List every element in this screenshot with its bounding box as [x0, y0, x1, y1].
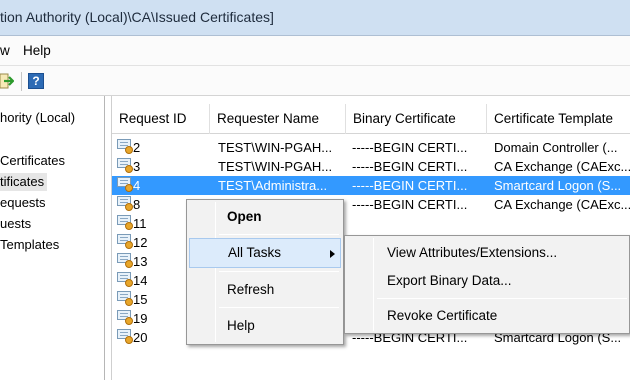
table-header: Request ID Requester Name Binary Certifi…: [112, 104, 630, 134]
console-tree: hority (Local) Certificates tificates eq…: [0, 96, 105, 380]
cell-request-id: 8: [133, 197, 141, 212]
certificate-icon: [117, 139, 133, 154]
arrow-icon[interactable]: [0, 73, 14, 89]
certificate-icon: [117, 272, 133, 287]
column-request-id[interactable]: Request ID: [112, 104, 210, 134]
help-icon[interactable]: ?: [28, 73, 44, 89]
submenu-arrow-icon: [330, 250, 335, 258]
column-requester-name[interactable]: Requester Name: [210, 104, 346, 134]
tree-item-certificate-templates[interactable]: Templates: [0, 236, 59, 254]
title-bar: tion Authority (Local)\CA\Issued Certifi…: [0, 0, 630, 36]
cell-certificate-template: CA Exchange (CAExc...: [494, 159, 630, 174]
menu-separator: [219, 271, 339, 272]
table-row[interactable]: 2 TEST\WIN-PGAH... -----BEGIN CERTI... Doma…: [112, 138, 630, 157]
certificate-icon: [117, 329, 133, 344]
certificate-icon: [117, 158, 133, 173]
menu-item-all-tasks-label: All Tasks: [228, 245, 282, 260]
menu-item-open[interactable]: Open: [189, 202, 341, 232]
tree-item-pending-requests[interactable]: equests: [0, 194, 46, 212]
menu-separator: [219, 307, 339, 308]
cell-request-id: 4: [133, 178, 141, 193]
table-row[interactable]: 4 TEST\Administra... -----BEGIN CERTI... Sm…: [112, 176, 630, 195]
certificate-icon: [117, 234, 133, 249]
menu-help[interactable]: Help: [23, 36, 51, 66]
window-title: tion Authority (Local)\CA\Issued Certifi…: [0, 9, 274, 25]
cell-certificate-template: Smartcard Logon (S...: [494, 178, 622, 193]
cell-request-id: 2: [133, 140, 141, 155]
cell-request-id: 13: [133, 254, 148, 269]
submenu-item-view-attributes[interactable]: View Attributes/Extensions...: [347, 239, 627, 267]
menu-item-refresh[interactable]: Refresh: [189, 275, 341, 305]
menu-separator: [219, 234, 339, 235]
toolbar-separator: [21, 72, 22, 91]
cell-requester-name: TEST\WIN-PGAH...: [218, 159, 333, 174]
cell-request-id: 14: [133, 273, 148, 288]
tree-item-issued-certificates[interactable]: tificates: [0, 173, 48, 191]
menu-separator: [377, 298, 627, 299]
cell-binary-certificate: -----BEGIN CERTI...: [352, 197, 468, 212]
menu-item-all-tasks[interactable]: All Tasks: [189, 238, 341, 268]
certificate-icon: [117, 291, 133, 306]
toolbar: ?: [0, 66, 630, 96]
cell-request-id: 12: [133, 235, 148, 250]
table-row[interactable]: 3 TEST\WIN-PGAH... -----BEGIN CERTI... CA E…: [112, 157, 630, 176]
menu-item-help[interactable]: Help: [189, 311, 341, 341]
certificate-icon: [117, 196, 133, 211]
cell-request-id: 20: [133, 330, 148, 345]
submenu-item-export-binary-data[interactable]: Export Binary Data...: [347, 267, 627, 295]
context-menu: Open All Tasks Refresh Help: [186, 199, 344, 345]
menu-bar: w Help: [0, 36, 630, 66]
cell-requester-name: TEST\WIN-PGAH...: [218, 140, 333, 155]
column-certificate-template[interactable]: Certificate Template: [487, 104, 630, 134]
cell-certificate-template: Domain Controller (...: [494, 140, 618, 155]
cell-binary-certificate: -----BEGIN CERTI...: [352, 178, 468, 193]
submenu-item-revoke-certificate[interactable]: Revoke Certificate: [347, 302, 627, 330]
certificate-icon: [117, 177, 133, 192]
cell-request-id: 19: [133, 311, 148, 326]
certificate-icon: [117, 215, 133, 230]
cell-request-id: 3: [133, 159, 141, 174]
cell-request-id: 15: [133, 292, 148, 307]
cell-binary-certificate: -----BEGIN CERTI...: [352, 159, 468, 174]
all-tasks-submenu: View Attributes/Extensions... Export Bin…: [344, 235, 630, 334]
cell-requester-name: TEST\Administra...: [218, 178, 328, 193]
certificate-icon: [117, 253, 133, 268]
tree-item-failed-requests[interactable]: uests: [0, 215, 31, 233]
tree-item-revoked-certificates[interactable]: Certificates: [0, 152, 65, 170]
column-binary-certificate[interactable]: Binary Certificate: [346, 104, 487, 134]
menu-view[interactable]: w: [0, 36, 10, 66]
tree-item-authority[interactable]: hority (Local): [0, 109, 75, 127]
cell-request-id: 11: [133, 216, 147, 231]
cell-binary-certificate: -----BEGIN CERTI...: [352, 140, 468, 155]
certificate-icon: [117, 310, 133, 325]
cell-certificate-template: CA Exchange (CAExc...: [494, 197, 630, 212]
